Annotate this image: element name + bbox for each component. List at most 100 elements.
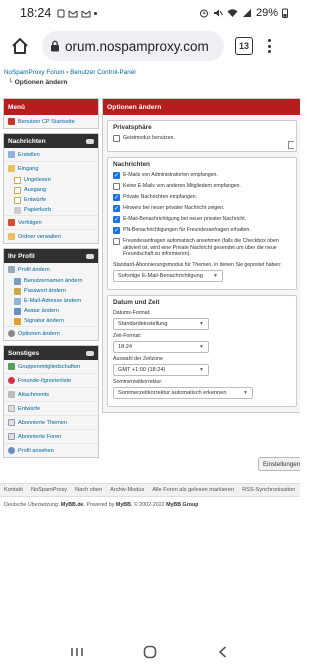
sidebar-item-change-email[interactable]: E-Mail-Adresse ändern (4, 296, 98, 306)
option-label: Geistmodus benutzen. (123, 135, 175, 141)
sidebar-item-home[interactable]: Benutzer CP Startseite (4, 115, 98, 128)
sidebar-item-label: Profil ansehen (18, 447, 54, 454)
option-label: E-Mail-Benachrichtigung bei neuer privat… (123, 216, 247, 222)
sidebar-item-groups[interactable]: Gruppenmitgliedschaften (4, 360, 98, 373)
credits-mid: , Powered by (83, 502, 115, 508)
sidebar-item-attachments[interactable]: Attachments (4, 387, 98, 401)
sidebar-item-label: Entwürfe (24, 197, 47, 203)
sidebar-item-folders[interactable]: Ordner verwalten (4, 229, 98, 243)
more-dot-icon (267, 44, 271, 48)
misc-header[interactable]: Sonstiges (4, 346, 98, 360)
sidebar-item-change-avatar[interactable]: Avatar ändern (4, 306, 98, 316)
system-icons: 29% (199, 7, 288, 19)
dst-select[interactable]: Sommerzeitkorrektur automatisch erkennen… (113, 386, 253, 399)
breadcrumb-forum[interactable]: NoSpamProxy Forum (4, 69, 65, 76)
browser-menu-button[interactable] (265, 39, 273, 53)
date-format-select[interactable]: Standardeinstellung ▼ (113, 317, 209, 330)
credits-mybb-de-link[interactable]: MyBB.de (61, 502, 84, 508)
tab-switcher-button[interactable]: 13 (235, 37, 253, 55)
checkbox-checked[interactable]: ✓ (113, 216, 120, 223)
sidebar-item-outbox[interactable]: Ausgang (4, 185, 98, 195)
sidebar-item-change-password[interactable]: Passwort ändern (4, 286, 98, 296)
profile-header[interactable]: Ihr Profil (4, 249, 98, 263)
alarm-icon (199, 9, 208, 18)
sidebar-item-inbox[interactable]: Eingang (4, 161, 98, 175)
footer-link-rss[interactable]: RSS-Synchronisation (242, 487, 295, 493)
sidebar-item-compose[interactable]: Erstellen (4, 148, 98, 161)
checkbox[interactable] (113, 135, 120, 142)
sidebar-item-label: Abonnierte Themen (18, 419, 68, 426)
wifi-icon (227, 9, 238, 17)
checkbox[interactable] (113, 183, 120, 190)
profile-block: Ihr Profil Profil ändern Benutzernamen ä… (3, 248, 99, 341)
option-pm-email[interactable]: ✓ E-Mail-Benachrichtigung bei neuer priva… (113, 216, 291, 223)
block-title: Sonstiges (8, 349, 40, 357)
back-icon[interactable] (215, 644, 231, 660)
folder-icon (8, 165, 15, 172)
option-no-member-emails[interactable]: Keine E-Mails von anderen Mitgliedern em… (113, 183, 291, 190)
sidebar-item-drafts[interactable]: Entwürfe (4, 195, 98, 205)
envelope-icon (8, 151, 15, 158)
select-value: Sommerzeitkorrektur automatisch erkennen (118, 389, 227, 396)
option-auto-accept-buddies[interactable]: Freundesanfragen automatisch ansehmen (f… (113, 238, 291, 258)
credits-mybb-link[interactable]: MyBB (116, 502, 131, 508)
more-dot-icon (267, 39, 271, 42)
option-admin-emails[interactable]: ✓ E-Mails von Administrator/en empfangen. (113, 172, 291, 179)
sidebar-item-subscribed-forums[interactable]: Abonnierte Foren (4, 429, 98, 443)
sidebar-item-tracking[interactable]: Verfolgen (4, 215, 98, 229)
save-settings-button[interactable]: Einstellungen speichern (258, 457, 300, 471)
option-label: Hinweis bei neuer privater Nachricht zei… (123, 205, 225, 211)
breadcrumb-usercp[interactable]: Benutzer Control-Panel (70, 69, 135, 76)
option-pm-notice[interactable]: ✓ Hinweis bei neuer privater Nachricht ze… (113, 205, 291, 212)
option-buddy-request-pm[interactable]: ✓ PN-Benachrichtigungen für Freundesanfra… (113, 227, 291, 234)
footer-link-mark-read[interactable]: Alle Foren als gelesen markieren (152, 487, 234, 493)
time-format-label: Zeit-Format: (113, 332, 142, 339)
collapse-icon[interactable] (86, 350, 94, 356)
footer-link-contact[interactable]: Kontakt (4, 487, 23, 493)
messages-header[interactable]: Nachrichten (4, 134, 98, 148)
sidebar-item-view-profile[interactable]: Profil ansehen (4, 443, 98, 457)
sidebar-item-edit-profile[interactable]: Profil ändern (4, 263, 98, 276)
usercp-sidebar: Menü Benutzer CP Startseite Nachrichten … (3, 98, 99, 462)
checkbox[interactable] (113, 238, 120, 245)
checkbox-checked[interactable]: ✓ (113, 194, 120, 201)
home-circle-icon[interactable] (142, 644, 158, 660)
checkbox-checked[interactable]: ✓ (113, 172, 120, 179)
sidebar-item-subscribed-threads[interactable]: Abonnierte Themen (4, 415, 98, 429)
sidebar-item-label: Benutzernamen ändern (24, 278, 83, 284)
checkbox-checked[interactable]: ✓ (113, 227, 120, 234)
sidebar-item-change-username[interactable]: Benutzernamen ändern (4, 276, 98, 286)
footer-links: Kontakt NoSpamProxy Nach oben Archiv-Mod… (0, 483, 300, 497)
sidebar-item-trash[interactable]: Papierkorb (4, 205, 98, 215)
sidebar-item-change-signature[interactable]: Signatur ändern (4, 316, 98, 326)
datetime-fieldset: Datum und Zeit Datums-Format: Standardei… (107, 294, 297, 407)
sidebar-item-label: Ungelesen (24, 177, 51, 183)
chevron-down-icon: ▼ (243, 389, 248, 396)
sidebar-item-unread[interactable]: Ungelesen (4, 175, 98, 185)
footer-link-nospamproxy[interactable]: NoSpamProxy (31, 487, 67, 493)
recent-apps-icon[interactable] (69, 644, 85, 660)
privacy-fieldset: Privatsphäre Geistmodus benutzen. (107, 120, 297, 152)
address-bar[interactable]: orum.nospamproxy.com (42, 31, 224, 61)
footer-link-archive[interactable]: Archiv-Modus (110, 487, 144, 493)
collapse-icon[interactable] (86, 253, 94, 259)
footer-link-top[interactable]: Nach oben (75, 487, 102, 493)
timezone-select[interactable]: GMT +1:00 (18:24) ▼ (113, 363, 209, 376)
subscription-mode-select[interactable]: Sofortige E-Mail-Benachrichtigung ▼ (113, 269, 223, 282)
option-invisible[interactable]: Geistmodus benutzen. (113, 135, 291, 142)
notification-icons (57, 9, 98, 18)
options-title: Optionen ändern (107, 103, 162, 111)
chevron-down-icon: ▼ (199, 343, 204, 350)
sidebar-item-options[interactable]: Optionen ändern (4, 326, 98, 340)
credits-group-link[interactable]: MyBB Group (166, 502, 198, 508)
option-receive-pms[interactable]: ✓ Private Nachrichten empfangen. (113, 194, 291, 201)
home-button[interactable] (6, 32, 34, 60)
checkbox-checked[interactable]: ✓ (113, 205, 120, 212)
draft-icon (8, 405, 15, 412)
select-value: Sofortige E-Mail-Benachrichtigung (118, 272, 203, 279)
time-format-select[interactable]: 18:24 ▼ (113, 340, 209, 353)
avatar-icon (14, 307, 21, 315)
sidebar-item-drafts-misc[interactable]: Entwürfe (4, 401, 98, 415)
sidebar-item-buddylist[interactable]: Freunde-/Ignorierliste (4, 373, 98, 387)
collapse-icon[interactable] (86, 138, 94, 144)
